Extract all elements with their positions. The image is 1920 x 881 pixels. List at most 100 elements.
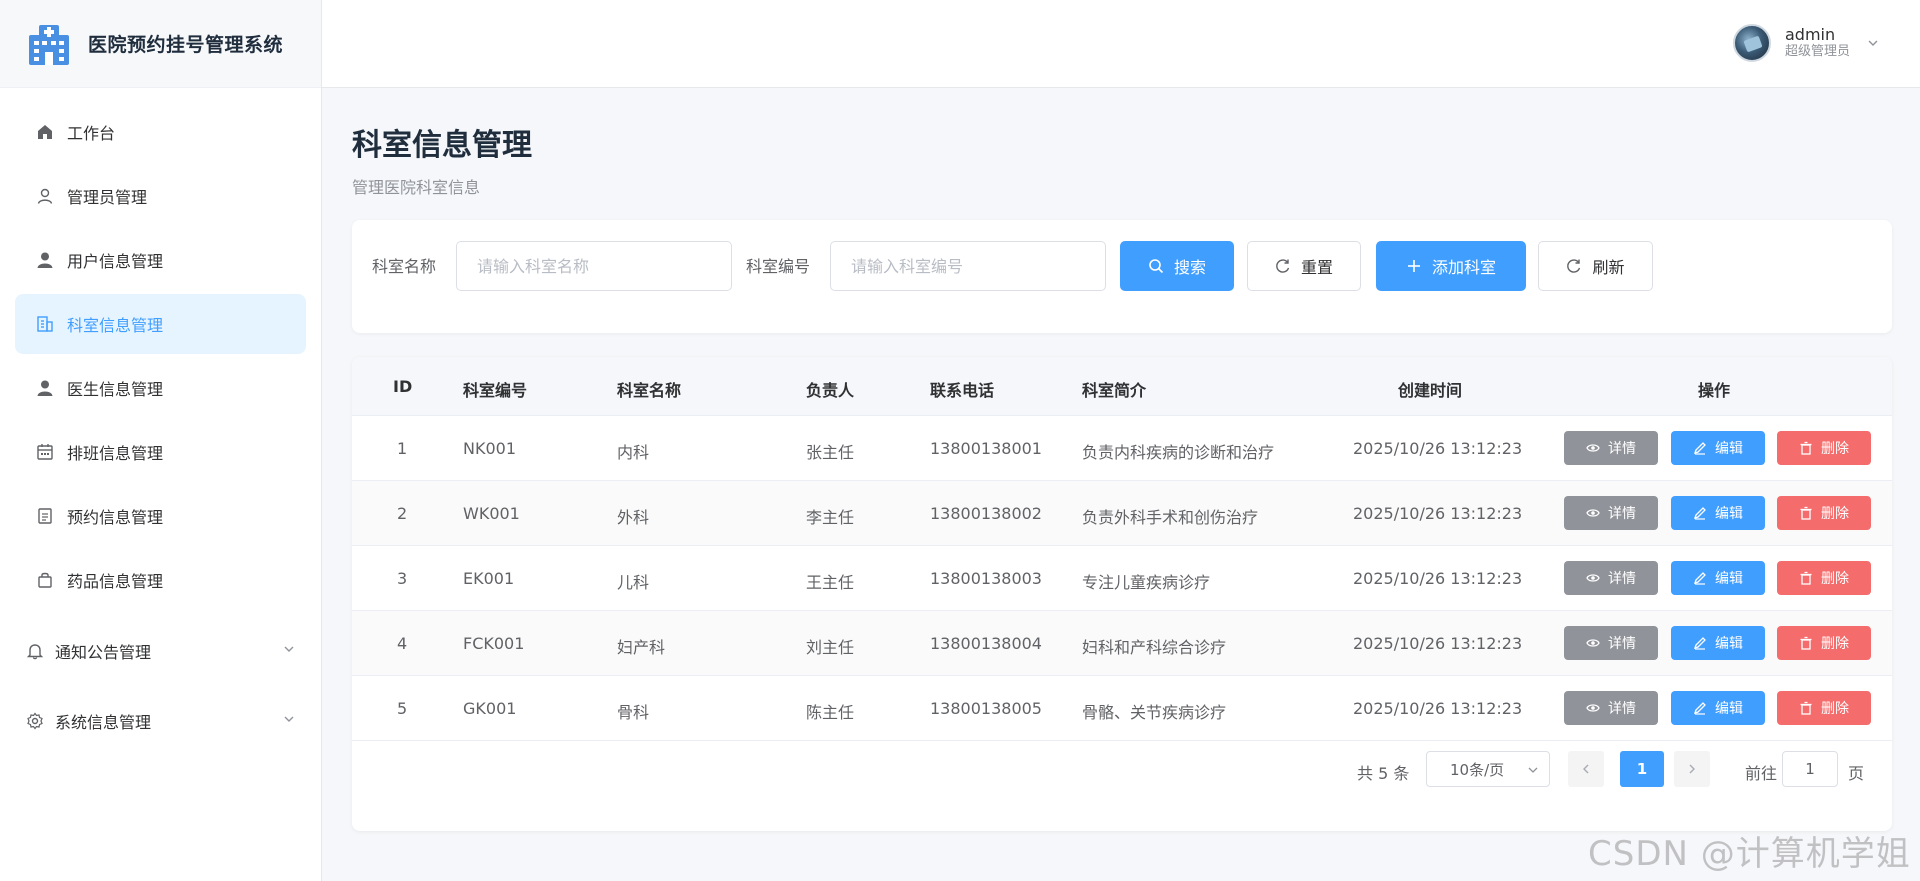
cell-id: 2 [397, 504, 408, 523]
page-number-current[interactable]: 1 [1620, 751, 1664, 787]
sidebar-item-appointments[interactable]: 预约信息管理 [15, 486, 306, 546]
hospital-icon [29, 24, 69, 65]
reset-button[interactable]: 重置 [1247, 241, 1361, 291]
sidebar-item-workbench[interactable]: 工作台 [15, 102, 306, 162]
next-page-button[interactable] [1674, 751, 1710, 787]
sidebar-item-departments[interactable]: 科室信息管理 [15, 294, 306, 354]
dept-name-label: 科室名称 [372, 257, 437, 276]
user-menu[interactable]: admin 超级管理员 [1732, 24, 1880, 62]
goto-page-input[interactable] [1782, 751, 1838, 787]
page-size-select[interactable]: 10条/页 [1426, 751, 1550, 787]
pencil-icon [1693, 507, 1706, 520]
user-filled-icon [35, 250, 55, 270]
dept-code-input[interactable] [830, 241, 1106, 291]
detail-label: 详情 [1608, 441, 1636, 457]
avatar [1732, 24, 1771, 62]
delete-button[interactable]: 删除 [1777, 561, 1871, 595]
cell-intro: 负责内科疾病的诊断和治疗 [1082, 443, 1275, 462]
detail-label: 详情 [1608, 571, 1636, 587]
dept-name-input[interactable] [456, 241, 732, 291]
edit-button[interactable]: 编辑 [1671, 561, 1765, 595]
user-filled-icon [35, 378, 55, 398]
page-suffix: 页 [1848, 764, 1865, 783]
col-header-created: 创建时间 [1398, 381, 1463, 400]
cell-id: 1 [397, 439, 408, 458]
sidebar-item-label: 预约信息管理 [67, 508, 164, 527]
chevron-left-icon [1583, 764, 1589, 774]
cell-created: 2025/10/26 13:12:23 [1353, 634, 1523, 653]
sidebar-item-label: 医生信息管理 [67, 380, 164, 399]
sidebar-item-schedule[interactable]: 排班信息管理 [15, 422, 306, 482]
trash-icon [1800, 506, 1812, 520]
refresh-button-label: 刷新 [1592, 258, 1625, 277]
dept-code-label: 科室编号 [746, 257, 811, 276]
trash-icon [1800, 571, 1812, 585]
cell-id: 5 [397, 699, 408, 718]
brand-title: 医院预约挂号管理系统 [88, 34, 284, 56]
document-icon [35, 506, 55, 526]
col-header-code: 科室编号 [463, 381, 528, 400]
eye-icon [1586, 639, 1600, 647]
cell-id: 3 [397, 569, 408, 588]
search-button[interactable]: 搜索 [1120, 241, 1234, 291]
detail-button[interactable]: 详情 [1564, 561, 1658, 595]
watermark: CSDN @计算机学姐 [1588, 834, 1911, 874]
detail-button[interactable]: 详情 [1564, 496, 1658, 530]
pagination: 共 5 条 10条/页 1 前往 页 [352, 741, 1892, 801]
edit-label: 编辑 [1715, 571, 1743, 587]
add-department-button[interactable]: 添加科室 [1376, 241, 1526, 291]
delete-label: 删除 [1821, 701, 1849, 717]
sidebar-item-label: 管理员管理 [67, 188, 148, 207]
prev-page-button[interactable] [1568, 751, 1604, 787]
cell-code: GK001 [463, 699, 517, 718]
refresh-button[interactable]: 刷新 [1538, 241, 1653, 291]
submenu-notice[interactable]: 通知公告管理 [15, 618, 306, 684]
calendar-icon [35, 442, 55, 462]
cell-name: 骨科 [617, 703, 650, 722]
sidebar-item-label: 排班信息管理 [67, 444, 164, 463]
department-table: ID 科室编号 科室名称 负责人 联系电话 科室简介 创建时间 操作 1 NK0… [352, 357, 1892, 831]
submenu-system[interactable]: 系统信息管理 [15, 688, 306, 754]
cell-leader: 张主任 [806, 443, 855, 462]
user-role: 超级管理员 [1784, 44, 1850, 59]
edit-button[interactable]: 编辑 [1671, 496, 1765, 530]
chevron-down-icon [1868, 40, 1878, 46]
detail-button[interactable]: 详情 [1564, 431, 1658, 465]
delete-button[interactable]: 删除 [1777, 626, 1871, 660]
cell-leader: 李主任 [806, 508, 855, 527]
edit-button[interactable]: 编辑 [1671, 431, 1765, 465]
delete-button[interactable]: 删除 [1777, 691, 1871, 725]
sidebar-item-label: 用户信息管理 [67, 252, 164, 271]
sidebar-item-admin[interactable]: 管理员管理 [15, 166, 306, 226]
sidebar-item-label: 工作台 [67, 124, 116, 143]
sidebar-item-doctors[interactable]: 医生信息管理 [15, 358, 306, 418]
edit-label: 编辑 [1715, 636, 1743, 652]
edit-button[interactable]: 编辑 [1671, 691, 1765, 725]
delete-button[interactable]: 删除 [1777, 496, 1871, 530]
cell-phone: 13800138002 [930, 504, 1042, 523]
pencil-icon [1693, 442, 1706, 455]
table-row: 1 NK001 内科 张主任 13800138001 负责内科疾病的诊断和治疗 … [352, 416, 1892, 481]
col-header-id: ID [393, 377, 413, 396]
cell-id: 4 [397, 634, 408, 653]
goto-label: 前往 [1745, 764, 1778, 783]
table-header: ID 科室编号 科室名称 负责人 联系电话 科室简介 创建时间 操作 [352, 357, 1892, 416]
cell-created: 2025/10/26 13:12:23 [1353, 504, 1523, 523]
detail-button[interactable]: 详情 [1564, 626, 1658, 660]
detail-label: 详情 [1608, 701, 1636, 717]
delete-button[interactable]: 删除 [1777, 431, 1871, 465]
reset-button-label: 重置 [1300, 258, 1333, 277]
sidebar-item-users[interactable]: 用户信息管理 [15, 230, 306, 290]
trash-icon [1800, 701, 1812, 715]
eye-icon [1586, 704, 1600, 712]
page-title: 科室信息管理 [352, 128, 532, 163]
detail-button[interactable]: 详情 [1564, 691, 1658, 725]
sidebar-item-medicine[interactable]: 药品信息管理 [15, 550, 306, 610]
delete-label: 删除 [1821, 571, 1849, 587]
page-subtitle: 管理医院科室信息 [352, 178, 481, 197]
cell-code: FCK001 [463, 634, 525, 653]
sidebar-item-label: 科室信息管理 [67, 316, 164, 335]
delete-label: 删除 [1821, 506, 1849, 522]
plus-icon [1407, 260, 1420, 272]
edit-button[interactable]: 编辑 [1671, 626, 1765, 660]
